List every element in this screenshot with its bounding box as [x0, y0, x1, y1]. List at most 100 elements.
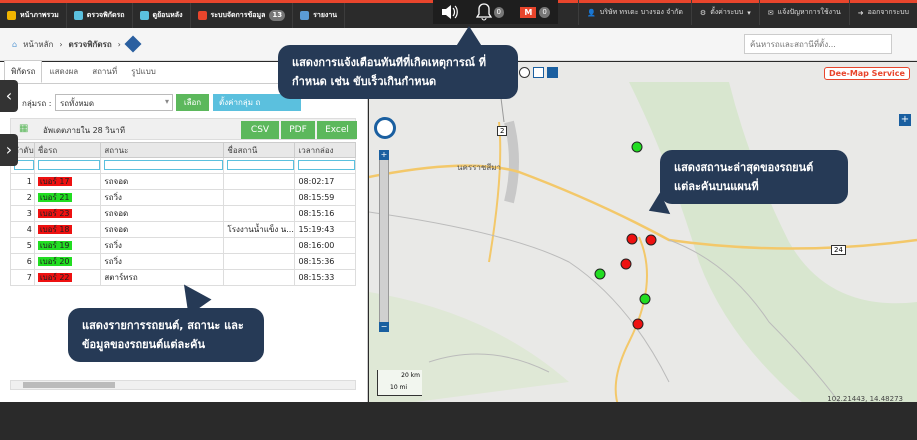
row-vehicle: เบอร์ 19: [33, 237, 102, 254]
csv-button[interactable]: CSV: [241, 121, 279, 139]
map-canvas: [369, 62, 917, 408]
search-input[interactable]: [744, 34, 892, 54]
select-button[interactable]: เลือก: [176, 94, 209, 111]
help-icon[interactable]: [547, 67, 558, 78]
row-station: โรงงานน้ำแข็ง น...: [223, 221, 296, 238]
alert-callout-pointer: [455, 26, 483, 48]
plate-badge: เบอร์ 22: [37, 273, 72, 282]
nav-item-3[interactable]: ระบบจัดการข้อมูล 13: [191, 3, 294, 28]
table-row[interactable]: 4 เบอร์ 18 รถจอด โรงงานน้ำแข็ง น... 15:19:43: [10, 221, 356, 238]
filter-cell: [294, 157, 356, 174]
filter-input-vehicle[interactable]: [37, 159, 100, 170]
plate-badge: เบอร์ 17: [37, 177, 72, 186]
bell-icon[interactable]: [475, 3, 492, 21]
row-station: [223, 269, 296, 286]
home-icon[interactable]: ⌂: [12, 40, 17, 49]
col-station[interactable]: ชื่อสถานี: [223, 142, 296, 158]
scrollbar-thumb[interactable]: [23, 382, 115, 388]
nav-item-2[interactable]: ดูย้อนหลัง: [133, 3, 191, 28]
table-row[interactable]: 2 เบอร์ 21 รถวิ่ง 08:15:59: [10, 189, 356, 206]
row-status: รถจอด: [100, 205, 225, 222]
table-row[interactable]: 7 เบอร์ 22 สตาร์ทรถ 08:15:33: [10, 269, 356, 286]
nav-item-4[interactable]: รายงาน: [293, 3, 346, 28]
collapse-left-arrow[interactable]: ‹: [0, 80, 18, 112]
tab-display[interactable]: แสดงผล: [42, 60, 85, 83]
plate-badge: เบอร์ 18: [37, 225, 72, 234]
plate-badge: เบอร์ 21: [37, 193, 72, 202]
city-label: นครราชสีมา: [457, 163, 501, 172]
map-view[interactable]: นครราชสีมา 2 24 Dee-Map Service + + − 20…: [369, 62, 917, 408]
group-label: กลุ่มรถ :: [22, 99, 52, 108]
info-tool-icon[interactable]: [519, 67, 530, 78]
user-menu: 👤 บริษัท ทรเดะ บางรอง จำกัด ⚙ ตั้งค่าระบบ ▾…: [578, 0, 917, 25]
nav-label: ดูย้อนหลัง: [152, 11, 183, 19]
logout-link[interactable]: ➜ ออกจากระบบ: [848, 0, 917, 25]
m-alert-icon[interactable]: M: [520, 6, 537, 18]
table-row[interactable]: 3 เบอร์ 23 รถจอด 08:15:16: [10, 205, 356, 222]
nav-icon: [7, 11, 16, 20]
nav-item-1[interactable]: ตรวจพิกัดรถ: [67, 3, 133, 28]
scale-mi: 10 mi: [390, 384, 408, 391]
col-status[interactable]: สถานะ: [100, 142, 225, 158]
fullscreen-icon[interactable]: [533, 67, 544, 78]
table-row[interactable]: 1 เบอร์ 17 รถจอด 08:02:17: [10, 173, 356, 190]
report-issue-link[interactable]: ✉ แจ้งปัญหาการใช้งาน: [758, 0, 849, 25]
route-2-marker: 2: [497, 126, 508, 136]
nav-icon: [73, 11, 83, 20]
tab-style[interactable]: รูปแบบ: [124, 60, 163, 83]
row-vehicle: เบอร์ 22: [33, 269, 102, 286]
bell-count: 0: [493, 6, 504, 18]
zoom-minus-icon[interactable]: −: [379, 322, 389, 332]
row-index: 7: [10, 269, 35, 286]
caret-down-icon: ▾: [747, 8, 751, 17]
row-status: รถจอด: [100, 221, 225, 238]
table-row[interactable]: 6 เบอร์ 20 รถวิ่ง 08:15:36: [10, 253, 356, 270]
horizontal-scrollbar[interactable]: [10, 380, 356, 390]
book-icon[interactable]: [124, 35, 142, 53]
col-vehicle[interactable]: ชื่อรถ: [33, 142, 102, 158]
grid-icon[interactable]: ▦: [19, 123, 28, 134]
settings-menu[interactable]: ⚙ ตั้งค่าระบบ ▾: [690, 0, 759, 25]
zoom-in-icon[interactable]: +: [899, 114, 911, 126]
row-station: [223, 189, 296, 206]
row-index: 5: [10, 237, 35, 254]
scale-km: 20 km: [401, 372, 420, 379]
alert-bar: 0 M 0: [433, 0, 558, 24]
row-index: 3: [10, 205, 35, 222]
col-time[interactable]: เวลากล่อง: [294, 142, 356, 158]
group-select[interactable]: รถทั้งหมด ▾: [55, 94, 173, 111]
row-time: 08:15:59: [294, 189, 356, 206]
map-tool-icons: [519, 67, 558, 78]
row-index: 4: [10, 221, 35, 238]
row-station: [223, 237, 296, 254]
user-icon: 👤: [587, 8, 596, 17]
row-status: สตาร์ทรถ: [100, 269, 225, 286]
pan-control[interactable]: [374, 117, 396, 139]
row-station: [223, 205, 296, 222]
expand-panel-arrow[interactable]: ›: [0, 134, 18, 166]
filter-input-status[interactable]: [104, 159, 223, 170]
filter-input-station[interactable]: [227, 159, 294, 170]
tab-places[interactable]: สถานที่: [85, 60, 124, 83]
row-time: 08:15:16: [294, 205, 356, 222]
pdf-button[interactable]: PDF: [281, 121, 315, 139]
dee-map-service-button[interactable]: Dee-Map Service: [824, 67, 910, 80]
table-row[interactable]: 5 เบอร์ 19 รถวิ่ง 08:16:00: [10, 237, 356, 254]
row-vehicle: เบอร์ 21: [33, 189, 102, 206]
speaker-icon[interactable]: [441, 5, 459, 19]
nav-icon: [197, 11, 207, 20]
nav-icon: [139, 11, 149, 20]
row-status: รถวิ่ง: [100, 189, 225, 206]
row-station: [223, 173, 296, 190]
nav-item-0[interactable]: หน้าภาพรวม: [0, 3, 67, 28]
breadcrumb-home[interactable]: หน้าหลัก: [23, 38, 53, 51]
filter-input-time[interactable]: [298, 159, 355, 170]
nav-label: หน้าภาพรวม: [20, 11, 59, 19]
nav-label: ตรวจพิกัดรถ: [86, 11, 125, 19]
zoom-slider[interactable]: [379, 158, 389, 328]
zoom-plus-icon[interactable]: +: [379, 150, 389, 160]
excel-button[interactable]: Excel: [317, 121, 357, 139]
logout-icon: ➜: [857, 8, 864, 17]
row-time: 08:02:17: [294, 173, 356, 190]
company-menu[interactable]: 👤 บริษัท ทรเดะ บางรอง จำกัด: [578, 0, 691, 25]
